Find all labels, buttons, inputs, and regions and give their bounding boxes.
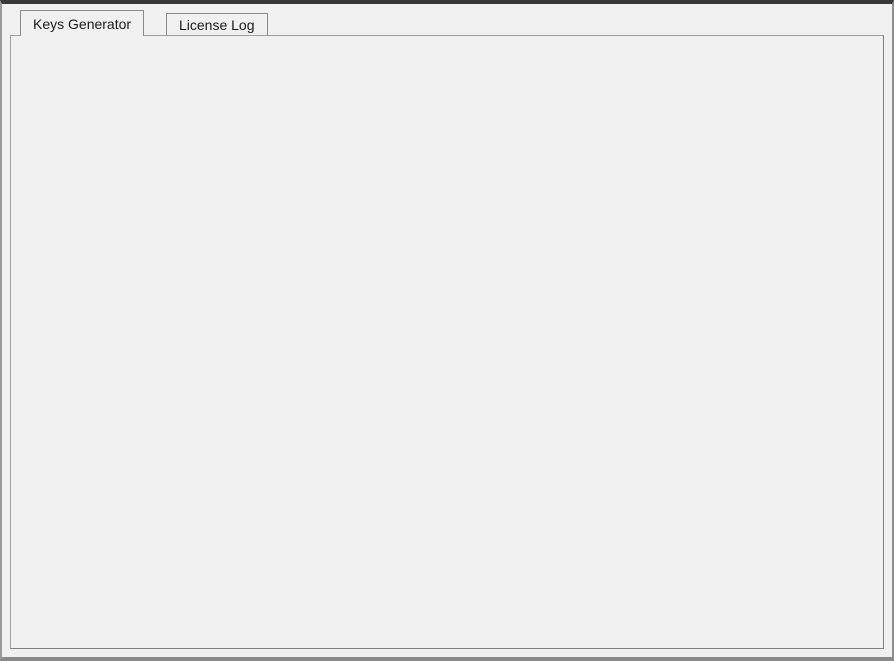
tab-license-log[interactable]: License Log [166,13,268,36]
tab-label: License Log [179,17,255,33]
tab-keys-generator[interactable]: Keys Generator [20,10,144,36]
tab-label: Keys Generator [33,16,131,32]
keys-generator-window: License Log Keys Generator Registration … [0,0,894,661]
keys-generator-tab-page [10,35,884,649]
